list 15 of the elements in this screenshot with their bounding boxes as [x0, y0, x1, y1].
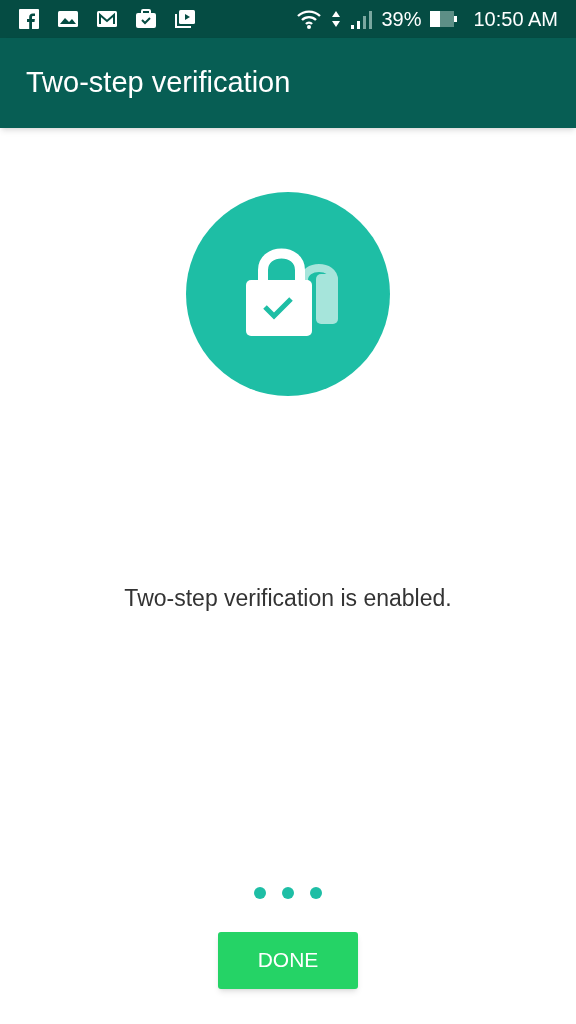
signal-icon	[349, 9, 374, 29]
data-arrows-icon	[331, 9, 342, 29]
briefcase-check-icon	[135, 9, 157, 29]
video-library-icon	[174, 9, 196, 29]
battery-percent: 39%	[381, 9, 422, 29]
mail-icon	[96, 9, 118, 29]
battery-icon	[429, 9, 460, 29]
clock: 10:50 AM	[473, 9, 558, 29]
facebook-icon	[18, 9, 40, 29]
app-bar-title: Two-step verification	[26, 65, 291, 101]
dots-icon	[253, 885, 323, 900]
status-message: Two-step verification is enabled.	[124, 584, 452, 613]
picture-icon	[57, 9, 79, 29]
padlock-check-icon	[186, 192, 390, 396]
done-button[interactable]: DONE	[218, 931, 358, 989]
